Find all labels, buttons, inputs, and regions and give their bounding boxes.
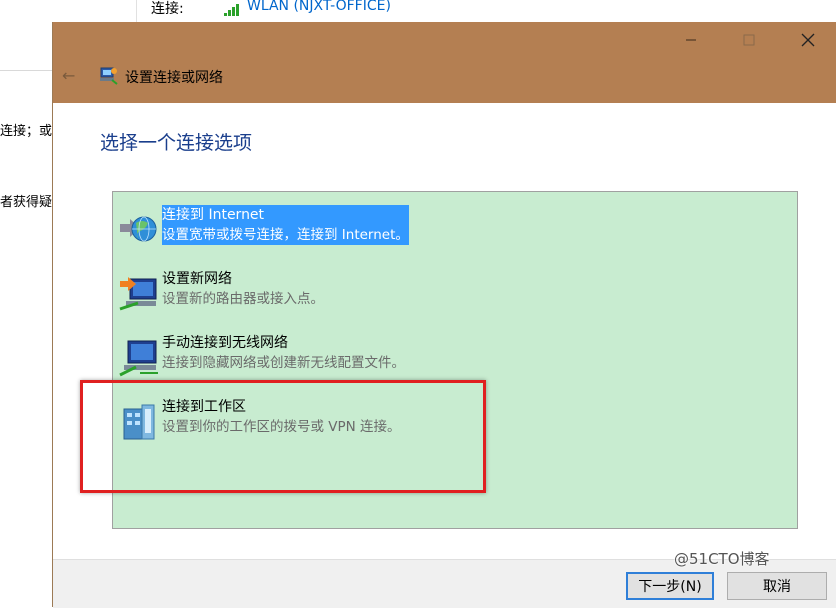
maximize-button[interactable]: [719, 22, 779, 58]
background-divider: [0, 70, 52, 71]
wlan-link[interactable]: WLAN (NJXT-OFFICE): [247, 0, 391, 14]
option-connect-internet[interactable]: 连接到 Internet 设置宽带或拨号连接，连接到 Internet。: [113, 205, 797, 265]
option-description: 连接到隐藏网络或创建新无线配置文件。: [162, 355, 405, 371]
option-title: 连接到 Internet: [162, 207, 265, 223]
background-text-fragment: 连接；或: [0, 124, 53, 139]
internet-globe-icon: [118, 209, 160, 251]
option-text: 手动连接到无线网络 连接到隐藏网络或创建新无线配置文件。: [162, 333, 405, 373]
cancel-button[interactable]: 取消: [727, 572, 827, 600]
wifi-signal-icon: [224, 1, 242, 20]
minimize-button[interactable]: [661, 22, 721, 58]
back-arrow-icon[interactable]: ←: [62, 66, 75, 85]
option-text: 设置新网络 设置新的路由器或接入点。: [162, 269, 324, 309]
watermark: @51CTO博客: [674, 550, 770, 568]
dialog-titlebar: ← 设置连接或网络: [53, 22, 836, 103]
minimize-icon: [686, 39, 696, 41]
wireless-network-icon: [118, 337, 160, 379]
close-button[interactable]: [778, 22, 836, 58]
setup-connection-dialog: ← 设置连接或网络 选择一个连接选项 连接到 Internet 设置宽带或拨号连…: [52, 22, 836, 608]
option-description: 设置宽带或拨号连接，连接到 Internet。: [162, 227, 409, 243]
new-network-icon: [118, 273, 160, 315]
option-title: 设置新网络: [162, 271, 232, 287]
option-description: 设置新的路由器或接入点。: [162, 291, 324, 307]
page-heading: 选择一个连接选项: [100, 132, 253, 154]
option-new-network[interactable]: 设置新网络 设置新的路由器或接入点。: [113, 269, 797, 329]
option-title: 手动连接到无线网络: [162, 335, 288, 351]
maximize-icon: [743, 34, 755, 46]
close-icon: [801, 33, 815, 47]
next-button[interactable]: 下一步(N): [626, 572, 714, 600]
highlight-annotation-box: [80, 380, 486, 493]
option-text: 连接到 Internet 设置宽带或拨号连接，连接到 Internet。: [162, 205, 409, 245]
background-text-fragment: 者获得疑: [0, 195, 53, 210]
network-setup-icon: [98, 66, 118, 90]
dialog-title: 设置连接或网络: [125, 70, 223, 86]
connection-label: 连接:: [151, 1, 184, 17]
